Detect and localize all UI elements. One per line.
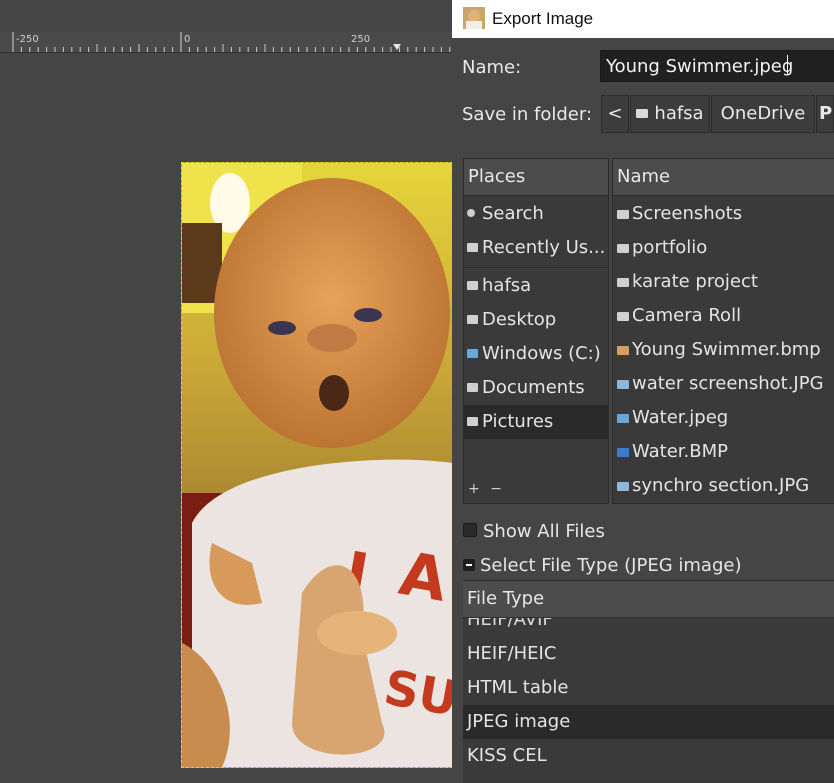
file-type-row-jpeg[interactable]: JPEG image <box>463 705 834 739</box>
file-type-row-heif-heic[interactable]: HEIF/HEIC <box>463 637 834 671</box>
chevron-left-icon: < <box>607 103 623 124</box>
place-label: Recently Us... <box>482 237 606 258</box>
place-label: Desktop <box>482 309 557 330</box>
gimp-app-icon <box>463 7 485 29</box>
horizontal-ruler[interactable]: -250 0 250 <box>0 32 452 53</box>
dialog-titlebar[interactable]: Export Image <box>452 0 834 38</box>
dialog-title: Export Image <box>492 9 594 28</box>
file-name: Water.BMP <box>632 441 729 462</box>
breadcrumb-hafsa[interactable]: hafsa <box>630 95 710 133</box>
place-search[interactable]: Search <box>464 197 608 231</box>
recent-icon <box>467 243 478 252</box>
image-file-icon <box>617 414 629 423</box>
add-bookmark-button[interactable]: + <box>468 481 480 497</box>
ruler-ticks <box>12 32 451 52</box>
ruler-label-neg250: -250 <box>16 34 39 45</box>
places-header[interactable]: Places <box>464 159 608 196</box>
folder-icon <box>467 383 478 392</box>
place-documents[interactable]: Documents <box>464 371 608 405</box>
image-file-icon <box>617 346 629 355</box>
name-label: Name: <box>462 57 522 78</box>
breadcrumb-label: hafsa <box>654 103 704 124</box>
file-name: portfolio <box>632 237 708 258</box>
place-windows-c[interactable]: Windows (C:) <box>464 337 608 371</box>
folder-icon <box>617 210 629 219</box>
file-type-column-header[interactable]: File Type <box>463 581 834 618</box>
file-type-row-kiss-cel[interactable]: KISS CEL <box>463 739 834 773</box>
image-file-icon <box>617 380 629 389</box>
filename-input[interactable]: Young Swimmer.jpeg <box>600 50 834 82</box>
save-in-folder-label: Save in folder: <box>462 104 593 125</box>
breadcrumb-back-button[interactable]: < <box>601 95 629 133</box>
select-file-type-expander[interactable]: Select File Type (JPEG image) <box>463 555 741 576</box>
breadcrumb-label: OneDrive <box>720 103 806 124</box>
files-name-column-header[interactable]: Name <box>613 159 834 196</box>
file-name: water screenshot.JPG <box>632 373 824 394</box>
toolbar-area <box>0 0 452 32</box>
place-label: Windows (C:) <box>482 343 601 364</box>
remove-bookmark-button[interactable]: − <box>490 481 502 497</box>
search-icon <box>467 209 475 217</box>
place-label: hafsa <box>482 275 532 296</box>
file-item-karate-project[interactable]: karate project <box>613 265 834 299</box>
breadcrumb-label: Pi <box>819 103 833 124</box>
folder-icon <box>617 278 629 287</box>
ruler-label-250: 250 <box>351 34 371 45</box>
folder-icon <box>467 315 478 324</box>
file-item-portfolio[interactable]: portfolio <box>613 231 834 265</box>
place-label: Documents <box>482 377 585 398</box>
folder-icon <box>617 244 629 253</box>
file-type-list: HEIF/AVIF File Type HEIF/HEIC HTML table… <box>463 580 834 783</box>
place-desktop[interactable]: Desktop <box>464 303 608 337</box>
folder-icon <box>617 312 629 321</box>
show-all-files-label: Show All Files <box>483 521 605 542</box>
breadcrumb-onedrive[interactable]: OneDrive <box>711 95 815 133</box>
show-all-files-checkbox[interactable] <box>463 523 477 537</box>
photo-drawing: I A SU <box>182 163 453 767</box>
places-pane: Places Search Recently Us... hafsa Deskt… <box>463 158 609 504</box>
baby-photo[interactable]: I A SU <box>181 162 453 768</box>
places-separator <box>464 267 608 268</box>
folder-icon <box>467 281 478 290</box>
place-pictures[interactable]: Pictures <box>464 405 608 439</box>
file-type-label: JPEG image <box>467 711 571 732</box>
folder-icon <box>636 109 649 118</box>
file-item-water-jpeg[interactable]: Water.jpeg <box>613 401 834 435</box>
file-name: Water.jpeg <box>632 407 729 428</box>
file-type-label: HEIF/HEIC <box>467 643 557 664</box>
filename-value: Young Swimmer.jpeg <box>606 56 794 77</box>
image-file-icon <box>617 482 629 491</box>
file-item-camera-roll[interactable]: Camera Roll <box>613 299 834 333</box>
place-recently-used[interactable]: Recently Us... <box>464 231 608 265</box>
place-label: Search <box>482 203 544 224</box>
files-pane: Name Screenshots portfolio karate projec… <box>612 158 834 504</box>
select-file-type-label: Select File Type (JPEG image) <box>480 555 742 576</box>
file-item-water-bmp[interactable]: Water.BMP <box>613 435 834 469</box>
file-type-label: KISS CEL <box>467 745 547 766</box>
folder-icon <box>467 417 478 426</box>
collapse-icon <box>463 559 475 571</box>
place-label: Pictures <box>482 411 554 432</box>
file-name: karate project <box>632 271 758 292</box>
drive-icon <box>467 349 478 358</box>
file-item-screenshots[interactable]: Screenshots <box>613 197 834 231</box>
file-item-young-swimmer-bmp[interactable]: Young Swimmer.bmp <box>613 333 834 367</box>
image-file-icon <box>617 448 629 457</box>
text-caret <box>787 55 789 75</box>
file-type-row-html-table[interactable]: HTML table <box>463 671 834 705</box>
file-type-label: HTML table <box>467 677 569 698</box>
file-name: synchro section.JPG <box>632 475 810 496</box>
file-name: Screenshots <box>632 203 743 224</box>
file-name: Camera Roll <box>632 305 742 326</box>
export-image-dialog: Export Image Name: Young Swimmer.jpeg Sa… <box>452 0 834 783</box>
file-name: Young Swimmer.bmp <box>632 339 821 360</box>
file-item-water-screenshot[interactable]: water screenshot.JPG <box>613 367 834 401</box>
places-footer: + − <box>464 481 608 503</box>
breadcrumb-pictures[interactable]: Pi <box>816 95 834 133</box>
file-item-synchro-section[interactable]: synchro section.JPG <box>613 469 834 503</box>
ruler-label-0: 0 <box>184 34 191 45</box>
place-hafsa[interactable]: hafsa <box>464 269 608 303</box>
show-all-files-toggle[interactable]: Show All Files <box>463 521 605 542</box>
